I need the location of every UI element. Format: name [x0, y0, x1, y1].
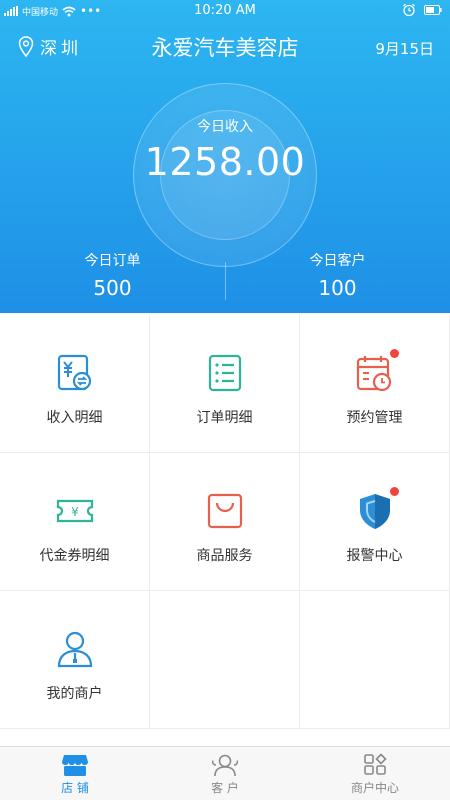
alarm-icon [403, 3, 415, 17]
orders-label: 今日订单 [84, 253, 141, 269]
tab-customers[interactable]: 客 户 [150, 753, 300, 796]
menu-label: 报警中心 [346, 548, 403, 564]
menu-empty-slot [150, 591, 300, 729]
tab-label: 客 户 [211, 781, 239, 795]
orders-value: 500 [93, 276, 132, 300]
income-value[interactable]: 1258.00 [0, 140, 450, 184]
tab-store[interactable]: 店 铺 [0, 753, 150, 796]
customers-icon [211, 754, 239, 777]
menu-coupon-detail[interactable]: ¥ 代金券明细 [0, 453, 150, 591]
menu-label: 我的商户 [46, 686, 103, 702]
bottom-tab-bar: 店 铺 客 户 商户中心 [0, 746, 450, 800]
current-date: 9月15日 [375, 40, 434, 58]
appointment-badge [389, 349, 399, 358]
header-panel: 中国移动 ••• 10:20 AM 深圳 永爱汽车美容店 9月15日 今日收入 … [0, 0, 450, 313]
tab-label: 店 铺 [61, 781, 89, 795]
order-list-icon [208, 354, 241, 392]
income-detail-icon [57, 354, 91, 391]
customers-stat[interactable]: 今日客户 100 [225, 250, 450, 300]
store-icon [62, 755, 88, 776]
status-bar: 中国移动 ••• 10:20 AM [0, 0, 450, 22]
clock: 10:20 AM [194, 3, 256, 18]
alarm-badge [389, 487, 399, 496]
feature-grid: 收入明细 订单明细 预约管理 ¥ 代金券明细 商品服务 报警中心 我的商户 [0, 315, 450, 729]
tab-label: 商户中心 [350, 781, 399, 795]
orders-stat[interactable]: 今日订单 500 [0, 250, 225, 300]
merchant-user-icon [57, 631, 92, 668]
menu-appointment[interactable]: 预约管理 [300, 315, 450, 453]
menu-goods-service[interactable]: 商品服务 [150, 453, 300, 591]
top-bar: 深圳 永爱汽车美容店 9月15日 [0, 28, 450, 68]
menu-label: 订单明细 [196, 410, 253, 426]
income-label: 今日收入 [197, 119, 253, 135]
shield-icon [359, 494, 390, 529]
calendar-clock-icon [356, 356, 391, 392]
customers-label: 今日客户 [309, 253, 366, 269]
battery-icon [424, 5, 442, 15]
coupon-icon: ¥ [56, 499, 93, 523]
shopping-bag-icon [207, 493, 242, 529]
menu-income-detail[interactable]: 收入明细 [0, 315, 150, 453]
menu-label: 代金券明细 [39, 548, 110, 564]
menu-alarm-center[interactable]: 报警中心 [300, 453, 450, 591]
customers-value: 100 [318, 276, 357, 300]
menu-order-detail[interactable]: 订单明细 [150, 315, 300, 453]
menu-label: 预约管理 [346, 410, 403, 426]
merchant-center-icon [364, 753, 387, 775]
menu-label: 商品服务 [196, 548, 253, 564]
menu-my-merchant[interactable]: 我的商户 [0, 591, 150, 729]
menu-empty-slot [300, 591, 450, 729]
tab-merchant-center[interactable]: 商户中心 [300, 753, 450, 796]
svg-text:¥: ¥ [71, 505, 79, 519]
menu-label: 收入明细 [46, 410, 103, 426]
